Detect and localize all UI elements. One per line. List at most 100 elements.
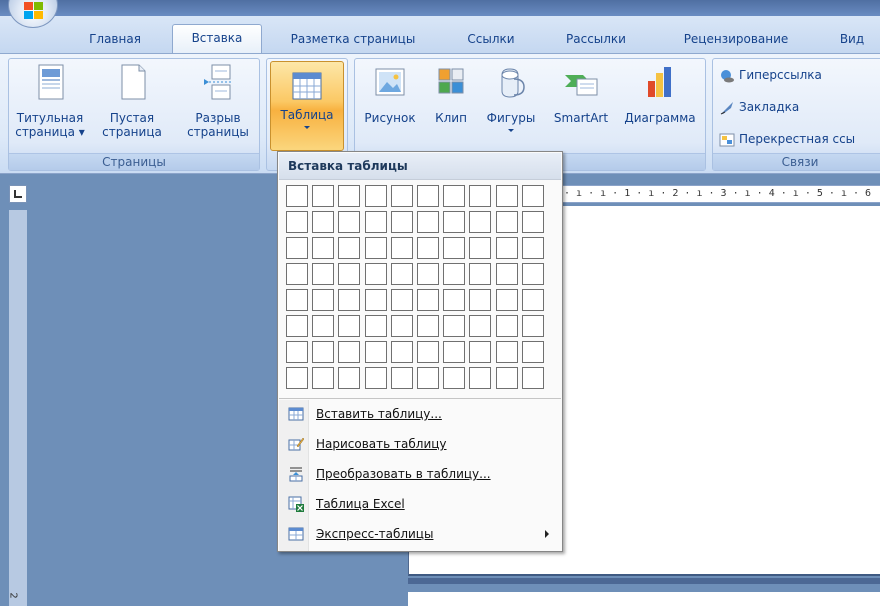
- draw-table-menu-item[interactable]: Нарисовать таблицу: [279, 430, 561, 458]
- table-grid-cell[interactable]: [364, 341, 387, 363]
- chart-button[interactable]: Диаграмма: [617, 61, 703, 137]
- table-grid-cell[interactable]: [338, 341, 361, 363]
- table-grid-cell[interactable]: [286, 211, 308, 233]
- table-grid-cell[interactable]: [521, 341, 544, 363]
- convert-to-table-menu-item[interactable]: Преобразовать в таблицу...: [279, 460, 561, 488]
- table-grid-cell[interactable]: [443, 315, 466, 337]
- table-grid-cell[interactable]: [338, 315, 361, 337]
- table-grid-cell[interactable]: [521, 211, 544, 233]
- table-grid-cell[interactable]: [469, 211, 492, 233]
- table-grid-cell[interactable]: [286, 367, 308, 389]
- table-grid-cell[interactable]: [443, 185, 466, 207]
- table-grid-cell[interactable]: [495, 185, 518, 207]
- table-grid-cell[interactable]: [521, 289, 544, 311]
- table-grid-cell[interactable]: [521, 367, 544, 389]
- table-grid-cell[interactable]: [469, 367, 492, 389]
- hyperlink-button[interactable]: Гиперссылка: [719, 65, 822, 85]
- table-grid-cell[interactable]: [312, 237, 335, 259]
- quick-tables-menu-item[interactable]: Экспресс-таблицы: [279, 520, 561, 548]
- table-grid-cell[interactable]: [338, 185, 361, 207]
- cover-page-button[interactable]: Титульная страница ▾: [13, 61, 87, 139]
- table-grid-cell[interactable]: [443, 341, 466, 363]
- table-grid-cell[interactable]: [364, 367, 387, 389]
- table-grid-cell[interactable]: [521, 315, 544, 337]
- shapes-button[interactable]: Фигуры: [479, 61, 543, 151]
- table-grid-cell[interactable]: [390, 315, 413, 337]
- table-grid-cell[interactable]: [364, 315, 387, 337]
- table-grid-cell[interactable]: [286, 237, 308, 259]
- insert-table-menu-item[interactable]: Вставить таблицу...: [279, 400, 561, 428]
- table-grid-cell[interactable]: [338, 211, 361, 233]
- table-grid-cell[interactable]: [312, 263, 335, 285]
- table-grid-cell[interactable]: [417, 289, 439, 311]
- horizontal-ruler[interactable]: · ı · ı · 1 · ı · 2 · ı · 3 · ı · 4 · ı …: [560, 185, 880, 203]
- table-grid-cell[interactable]: [286, 341, 308, 363]
- tab-references[interactable]: Ссылки: [456, 26, 526, 54]
- table-button[interactable]: Таблица: [270, 61, 344, 151]
- table-grid-cell[interactable]: [469, 289, 492, 311]
- cross-reference-button[interactable]: Перекрестная ссы: [719, 129, 855, 149]
- table-grid-cell[interactable]: [495, 211, 518, 233]
- table-grid-cell[interactable]: [495, 237, 518, 259]
- table-grid-cell[interactable]: [338, 367, 361, 389]
- table-grid-cell[interactable]: [495, 315, 518, 337]
- table-grid-cell[interactable]: [312, 185, 335, 207]
- table-grid-cell[interactable]: [417, 341, 439, 363]
- table-grid-cell[interactable]: [312, 289, 335, 311]
- table-grid-cell[interactable]: [443, 289, 466, 311]
- table-grid-cell[interactable]: [390, 237, 413, 259]
- table-grid-cell[interactable]: [443, 237, 466, 259]
- table-grid-cell[interactable]: [521, 263, 544, 285]
- bookmark-button[interactable]: Закладка: [719, 97, 799, 117]
- table-grid-cell[interactable]: [469, 315, 492, 337]
- ruler-tab-selector[interactable]: [9, 185, 27, 203]
- table-grid-cell[interactable]: [417, 211, 439, 233]
- table-grid-cell[interactable]: [469, 263, 492, 285]
- tab-home[interactable]: Главная: [80, 26, 150, 54]
- document-page-next[interactable]: [408, 592, 880, 606]
- table-grid-cell[interactable]: [417, 315, 439, 337]
- table-grid-cell[interactable]: [312, 315, 335, 337]
- table-grid-cell[interactable]: [338, 289, 361, 311]
- table-grid-cell[interactable]: [495, 341, 518, 363]
- table-size-grid[interactable]: [286, 185, 548, 393]
- table-grid-cell[interactable]: [364, 185, 387, 207]
- table-grid-cell[interactable]: [390, 263, 413, 285]
- table-grid-cell[interactable]: [338, 263, 361, 285]
- table-grid-cell[interactable]: [443, 211, 466, 233]
- tab-page-layout[interactable]: Разметка страницы: [278, 26, 428, 54]
- tab-insert[interactable]: Вставка: [172, 24, 262, 55]
- table-grid-cell[interactable]: [521, 237, 544, 259]
- blank-page-button[interactable]: Пустая страница: [97, 61, 167, 139]
- table-grid-cell[interactable]: [286, 263, 308, 285]
- table-grid-cell[interactable]: [417, 367, 439, 389]
- table-grid-cell[interactable]: [521, 185, 544, 207]
- table-grid-cell[interactable]: [286, 289, 308, 311]
- table-grid-cell[interactable]: [338, 237, 361, 259]
- smartart-button[interactable]: SmartArt: [547, 61, 615, 137]
- table-grid-cell[interactable]: [286, 185, 308, 207]
- table-grid-cell[interactable]: [469, 237, 492, 259]
- table-grid-cell[interactable]: [417, 237, 439, 259]
- tab-mailings[interactable]: Рассылки: [556, 26, 636, 54]
- tab-view[interactable]: Вид: [832, 26, 872, 54]
- table-grid-cell[interactable]: [469, 341, 492, 363]
- table-grid-cell[interactable]: [495, 289, 518, 311]
- table-grid-cell[interactable]: [417, 263, 439, 285]
- table-grid-cell[interactable]: [390, 289, 413, 311]
- table-grid-cell[interactable]: [286, 315, 308, 337]
- table-grid-cell[interactable]: [364, 237, 387, 259]
- table-grid-cell[interactable]: [390, 185, 413, 207]
- table-grid-cell[interactable]: [443, 263, 466, 285]
- table-grid-cell[interactable]: [364, 211, 387, 233]
- picture-button[interactable]: Рисунок: [359, 61, 421, 137]
- tab-review[interactable]: Рецензирование: [666, 26, 806, 54]
- table-grid-cell[interactable]: [390, 341, 413, 363]
- table-grid-cell[interactable]: [443, 367, 466, 389]
- table-grid-cell[interactable]: [364, 289, 387, 311]
- table-grid-cell[interactable]: [312, 211, 335, 233]
- excel-table-menu-item[interactable]: Таблица Excel: [279, 490, 561, 518]
- table-grid-cell[interactable]: [390, 211, 413, 233]
- table-grid-cell[interactable]: [495, 263, 518, 285]
- table-grid-cell[interactable]: [390, 367, 413, 389]
